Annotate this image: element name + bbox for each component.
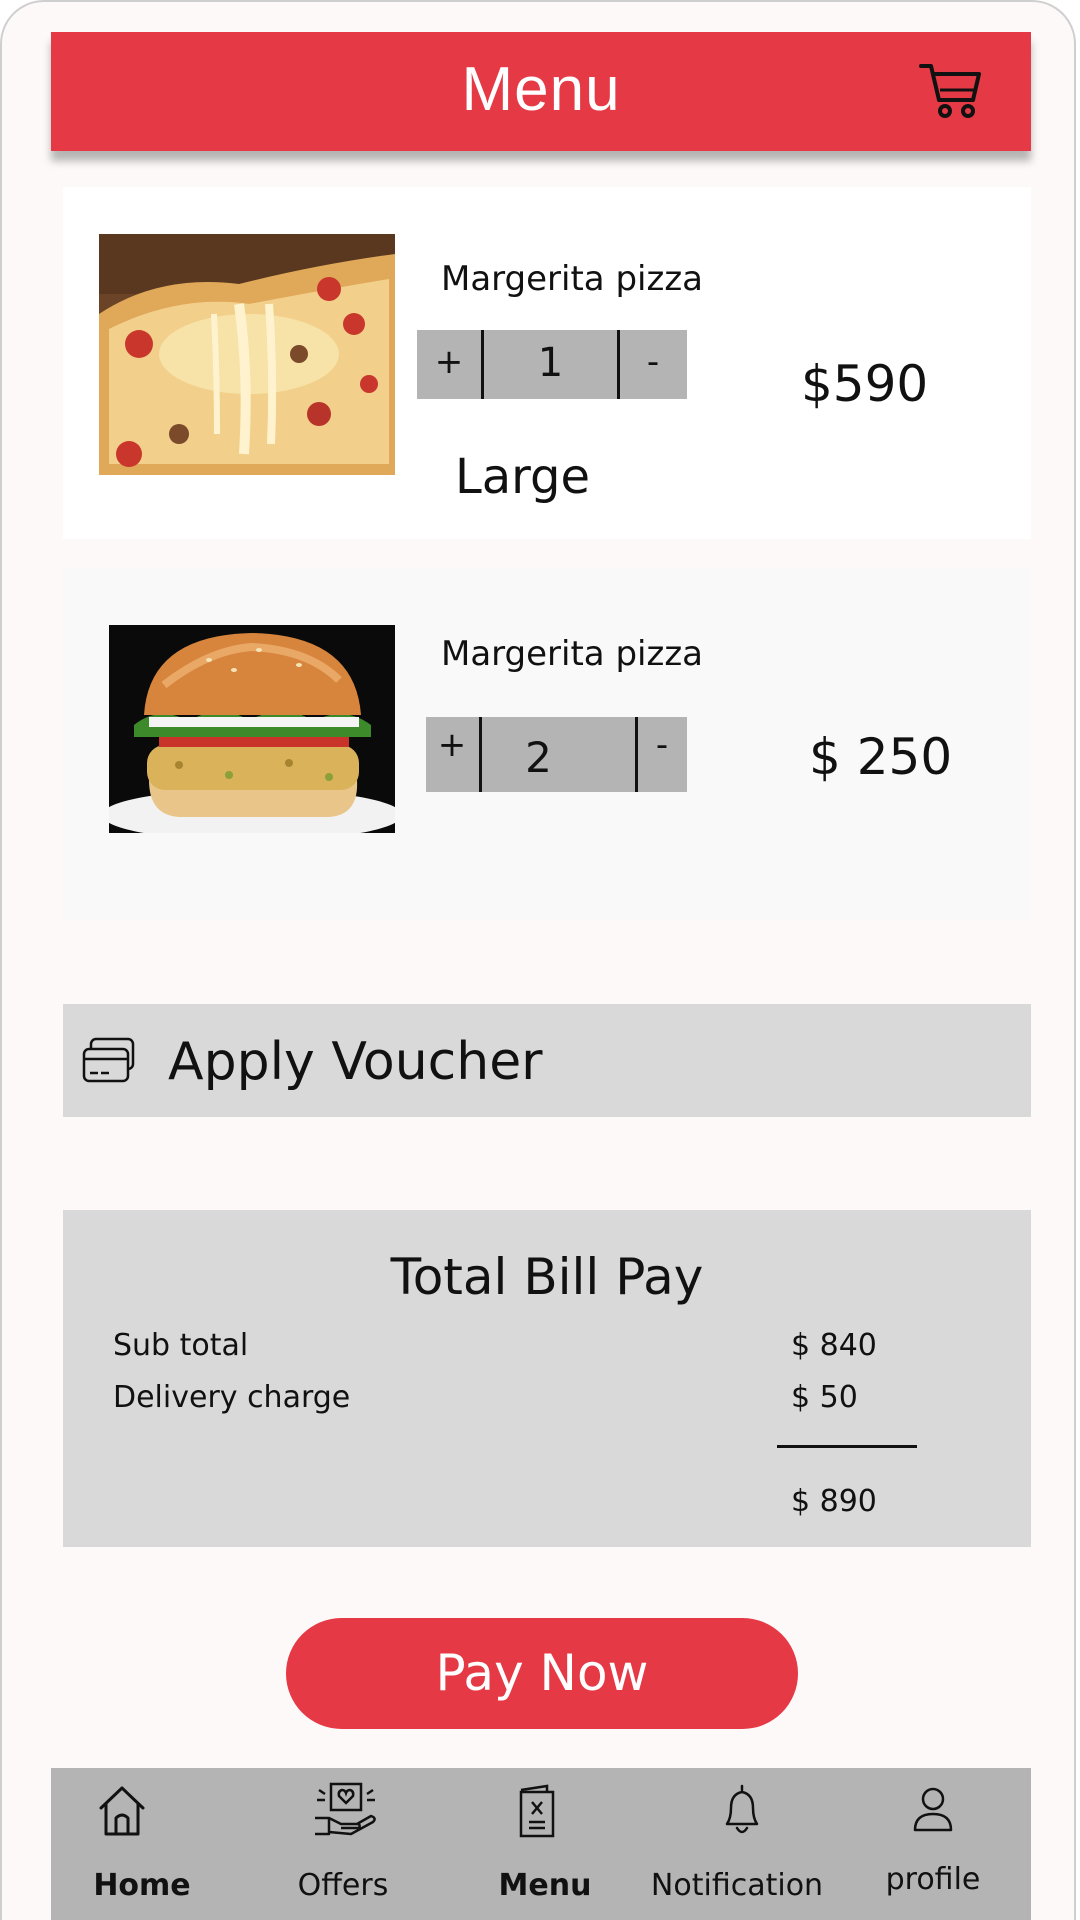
- menu-book-icon: [519, 1784, 555, 1838]
- page-title: Menu: [461, 55, 621, 124]
- cart-item-card: Margerita pizza + 2 - $ 250: [63, 568, 1031, 920]
- cart-icon[interactable]: [919, 60, 983, 120]
- home-icon: [99, 1786, 145, 1836]
- nav-item-profile[interactable]: profile: [835, 1768, 1031, 1920]
- nav-label: profile: [885, 1862, 981, 1897]
- increment-button[interactable]: +: [429, 342, 469, 382]
- nav-label: Offers: [297, 1868, 389, 1903]
- total-divider: [777, 1445, 917, 1448]
- item-size: Large: [455, 449, 591, 505]
- pay-now-button[interactable]: Pay Now: [286, 1618, 798, 1729]
- quantity-stepper: + 1 -: [417, 330, 687, 399]
- quantity-value[interactable]: 1: [484, 340, 617, 386]
- nav-label: Home: [93, 1868, 191, 1903]
- bell-icon: [725, 1784, 759, 1834]
- item-price: $590: [801, 355, 929, 413]
- bottom-nav: Home Offers Menu Notification profile: [51, 1768, 1031, 1920]
- user-icon: [913, 1787, 953, 1832]
- nav-label: Notification: [650, 1868, 824, 1903]
- apply-voucher-button[interactable]: Apply Voucher: [63, 1004, 1031, 1117]
- bill-title: Total Bill Pay: [390, 1248, 704, 1306]
- bill-summary: Total Bill Pay Sub total $ 840 Delivery …: [63, 1210, 1031, 1547]
- stepper-divider: [635, 717, 638, 792]
- decrement-button[interactable]: -: [640, 725, 684, 765]
- nav-item-home[interactable]: Home: [51, 1768, 247, 1920]
- subtotal-value: $ 840: [791, 1328, 877, 1363]
- increment-button[interactable]: +: [434, 725, 470, 765]
- pizza-photo: [99, 234, 395, 475]
- stepper-divider: [617, 330, 620, 399]
- voucher-card-icon: [82, 1037, 135, 1083]
- quantity-value[interactable]: 2: [482, 733, 595, 782]
- voucher-label: Apply Voucher: [168, 1032, 543, 1092]
- quantity-stepper: + 2 -: [426, 717, 687, 792]
- total-value: $ 890: [791, 1484, 877, 1519]
- item-name: Margerita pizza: [441, 259, 704, 299]
- item-price: $ 250: [809, 728, 953, 786]
- header-bar: Menu: [51, 32, 1031, 151]
- nav-item-offers[interactable]: Offers: [247, 1768, 443, 1920]
- delivery-charge-label: Delivery charge: [113, 1380, 351, 1415]
- nav-item-notification[interactable]: Notification: [639, 1768, 835, 1920]
- phone-screen: Menu Margerita pizza + 1 - $590 Large Ma…: [0, 0, 1076, 1920]
- offers-icon: [315, 1782, 376, 1836]
- cart-item-card: Margerita pizza + 1 - $590 Large: [63, 187, 1031, 539]
- burger-photo: [109, 625, 395, 833]
- item-name: Margerita pizza: [441, 634, 704, 674]
- subtotal-label: Sub total: [113, 1328, 249, 1363]
- decrement-button[interactable]: -: [629, 342, 677, 382]
- delivery-charge-value: $ 50: [791, 1380, 858, 1415]
